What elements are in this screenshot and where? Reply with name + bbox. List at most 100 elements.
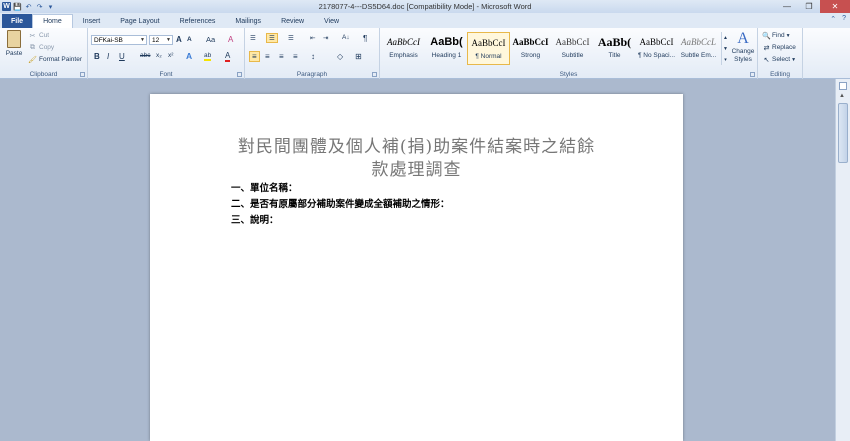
tab-review[interactable]: Review <box>271 14 314 28</box>
style-name: Subtitle <box>561 52 584 59</box>
strikethrough-button[interactable]: abc <box>140 52 150 59</box>
scroll-thumb[interactable] <box>838 103 848 163</box>
tab-references[interactable]: References <box>170 14 226 28</box>
find-button[interactable]: 🔍 Find ▼ <box>762 31 791 40</box>
font-size-combo[interactable]: 12 ▼ <box>149 35 173 45</box>
superscript-button[interactable]: x² <box>168 52 173 59</box>
chevron-down-icon: ▼ <box>785 32 791 39</box>
document-page[interactable]: 對民間團體及個人補(捐)助案件結案時之結餘 款處理調查 一、單位名稱： 二、是否… <box>150 94 683 441</box>
style-subtle-emphasis[interactable]: AaBbCcL Subtle Em... <box>677 32 720 65</box>
tab-home[interactable]: Home <box>32 14 73 28</box>
style-title[interactable]: AaBb( Title <box>593 32 636 65</box>
paste-icon <box>7 30 21 48</box>
select-button[interactable]: ↖ Select ▼ <box>762 55 796 64</box>
align-right-button[interactable]: ≡ <box>279 52 284 61</box>
cut-button[interactable]: ✂ Cut <box>28 31 50 40</box>
underline-button[interactable]: U <box>119 52 125 61</box>
chevron-down-icon[interactable]: ▼ <box>723 46 728 52</box>
tab-bar-right: ⌃ ? <box>830 15 846 23</box>
more-icon[interactable]: ▾ <box>724 57 727 63</box>
ribbon-tabs: File Home Insert Page Layout References … <box>0 13 850 28</box>
replace-icon: ⇄ <box>763 44 770 52</box>
borders-button[interactable]: ⊞ <box>355 52 362 61</box>
document-line-explanation: 三、說明： <box>231 215 279 226</box>
tab-page-layout[interactable]: Page Layout <box>110 14 169 28</box>
line-spacing-button[interactable]: ↕ <box>311 52 315 61</box>
paintbrush-icon: 🖌 <box>28 56 37 64</box>
tab-insert[interactable]: Insert <box>73 14 111 28</box>
increase-indent-button[interactable]: ⇥ <box>323 34 328 42</box>
highlight-button[interactable]: ab <box>204 52 212 61</box>
bold-button[interactable]: B <box>94 52 100 61</box>
scroll-up-icon[interactable]: ▲ <box>839 93 845 99</box>
multilevel-list-button[interactable]: ☰ <box>288 34 294 42</box>
font-dialog-launcher-icon[interactable] <box>237 72 242 77</box>
bullets-button[interactable]: ☰ <box>250 34 256 42</box>
chevron-down-icon[interactable]: ▼ <box>140 37 145 43</box>
cursor-icon: ↖ <box>763 56 770 64</box>
numbering-button[interactable]: ☰ <box>266 33 278 43</box>
binoculars-icon: 🔍 <box>762 32 771 40</box>
font-color-button[interactable]: A <box>225 51 231 62</box>
style-preview: AaBbCcI <box>555 37 590 47</box>
format-painter-label: Format Painter <box>39 56 82 63</box>
title-bar: W 💾 ↶ ↷ ▾ 2178077-4---DS5D64.doc [Compat… <box>0 0 850 13</box>
change-styles-icon: A <box>737 30 749 47</box>
align-left-button[interactable]: ≡ <box>249 51 260 62</box>
italic-button[interactable]: I <box>107 52 109 61</box>
tab-view[interactable]: View <box>314 14 349 28</box>
clipboard-group: Paste ✂ Cut ⧉ Copy 🖌 Format Painter Clip… <box>0 28 88 79</box>
font-name-value: DFKai-SB <box>94 36 123 44</box>
font-name-combo[interactable]: DFKai-SB ▼ <box>91 35 147 45</box>
shrink-font-button[interactable]: A <box>187 36 192 43</box>
format-painter-button[interactable]: 🖌 Format Painter <box>28 55 82 64</box>
styles-dialog-launcher-icon[interactable] <box>750 72 755 77</box>
text-effects-button[interactable]: A <box>186 51 192 61</box>
chevron-down-icon[interactable]: ▼ <box>166 37 171 43</box>
minimize-button[interactable]: — <box>776 0 798 13</box>
subscript-button[interactable]: x₂ <box>156 52 162 59</box>
decrease-indent-button[interactable]: ⇤ <box>310 34 315 42</box>
style-subtitle[interactable]: AaBbCcI Subtitle <box>551 32 594 65</box>
style-no-spacing[interactable]: AaBbCcI ¶ No Spaci... <box>635 32 678 65</box>
collapse-ribbon-icon[interactable]: ⌃ <box>830 15 836 23</box>
show-formatting-marks-button[interactable]: ¶ <box>363 34 367 43</box>
style-name: Title <box>608 52 621 59</box>
style-emphasis[interactable]: AaBbCcI Emphasis <box>382 32 425 65</box>
chevron-up-icon[interactable]: ▲ <box>723 35 728 41</box>
style-strong[interactable]: AaBbCcI Strong <box>509 32 552 65</box>
maximize-button[interactable]: ❐ <box>798 0 820 13</box>
grow-font-button[interactable]: A <box>176 35 182 44</box>
select-label: Select <box>772 56 791 63</box>
close-button[interactable]: ✕ <box>820 0 850 13</box>
copy-button[interactable]: ⧉ Copy <box>28 43 54 52</box>
shading-button[interactable]: ◇ <box>337 52 343 61</box>
style-name: Subtle Em... <box>680 52 717 59</box>
ruler-toggle-icon[interactable] <box>839 82 847 90</box>
help-icon[interactable]: ? <box>842 15 846 23</box>
clear-formatting-button[interactable]: A <box>228 35 233 44</box>
editing-group-label: Editing <box>770 71 790 78</box>
vertical-scrollbar[interactable]: ▲ <box>835 79 850 441</box>
window-title: 2178077-4---DS5D64.doc [Compatibility Mo… <box>318 2 532 11</box>
sort-button[interactable]: A↓ <box>342 34 350 41</box>
change-case-button[interactable]: Aa <box>206 35 215 44</box>
styles-gallery-scroll[interactable]: ▲ ▼ ▾ <box>721 32 729 65</box>
style-preview: AaBb( <box>430 36 463 48</box>
tab-mailings[interactable]: Mailings <box>225 14 271 28</box>
font-group-label: Font <box>159 71 173 78</box>
style-normal[interactable]: AaBbCcI ¶ Normal <box>467 32 510 65</box>
paragraph-dialog-launcher-icon[interactable] <box>372 72 377 77</box>
justify-button[interactable]: ≡ <box>293 52 298 61</box>
chevron-down-icon: ▼ <box>791 56 797 63</box>
clipboard-dialog-launcher-icon[interactable] <box>80 72 85 77</box>
center-button[interactable]: ≡ <box>265 52 270 61</box>
paste-button[interactable]: Paste <box>4 30 24 64</box>
paste-label: Paste <box>5 50 23 57</box>
replace-button[interactable]: ⇄ Replace <box>762 43 796 52</box>
style-name: Strong <box>520 52 541 59</box>
clipboard-group-label: Clipboard <box>29 71 58 78</box>
style-heading-1[interactable]: AaBb( Heading 1 <box>425 32 468 65</box>
tab-file[interactable]: File <box>2 14 33 28</box>
change-styles-button[interactable]: A Change Styles <box>729 30 757 64</box>
